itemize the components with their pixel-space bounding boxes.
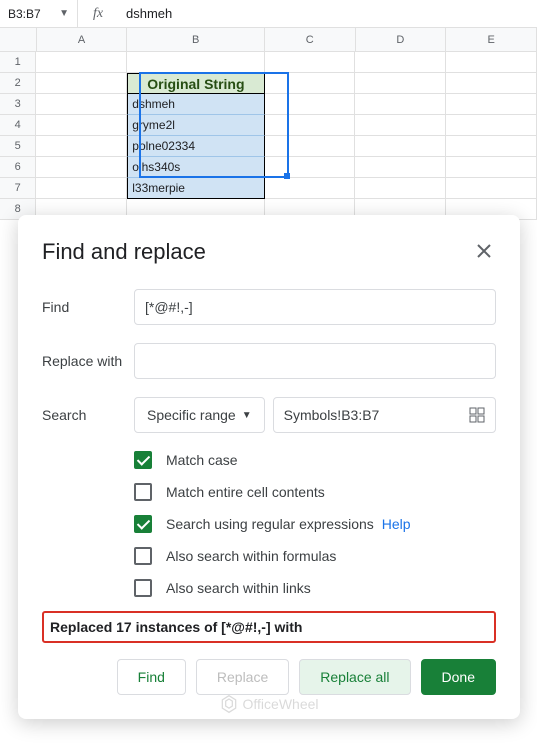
search-scope-value: Specific range [147,407,236,423]
match-case-checkbox[interactable] [134,451,152,469]
regex-checkbox[interactable] [134,515,152,533]
replace-label: Replace with [42,353,134,369]
search-label: Search [42,407,134,423]
cell[interactable] [446,136,537,157]
table-cell[interactable]: l33merpie [127,178,264,199]
cell[interactable] [355,73,446,94]
cell[interactable] [36,157,127,178]
cell[interactable] [355,136,446,157]
cell[interactable] [446,115,537,136]
cell[interactable] [355,178,446,199]
cell[interactable] [355,52,446,73]
find-replace-dialog: Find and replace Find Replace with Searc… [18,215,520,719]
done-button[interactable]: Done [421,659,496,695]
close-button[interactable] [472,239,496,263]
name-box[interactable]: B3:B7 ▼ [0,0,78,27]
cell[interactable] [127,52,264,73]
fx-label: fx [78,6,118,22]
row-header[interactable]: 5 [0,136,36,157]
name-box-value: B3:B7 [8,7,41,21]
cell[interactable] [446,94,537,115]
col-header[interactable]: A [37,28,128,52]
search-scope-dropdown[interactable]: Specific range ▼ [134,397,265,433]
find-button[interactable]: Find [117,659,186,695]
cell[interactable] [265,73,356,94]
chevron-down-icon: ▼ [242,410,252,421]
dropdown-arrow-icon: ▼ [59,8,69,19]
cell[interactable] [265,52,356,73]
formulas-label: Also search within formulas [166,548,336,564]
range-input[interactable]: Symbols!B3:B7 [273,397,496,433]
cell[interactable] [355,115,446,136]
row-header[interactable]: 6 [0,157,36,178]
replace-input[interactable] [134,343,496,379]
dialog-title: Find and replace [42,239,496,265]
match-case-label: Match case [166,452,238,468]
col-header[interactable]: E [446,28,537,52]
select-all-corner[interactable] [0,28,37,52]
table-cell[interactable]: oihs340s [127,157,264,178]
cell[interactable] [36,115,127,136]
row-header[interactable]: 4 [0,115,36,136]
col-header[interactable]: C [265,28,356,52]
links-checkbox[interactable] [134,579,152,597]
table-cell[interactable]: gryme2l [127,115,264,136]
cell[interactable] [265,157,356,178]
row-header[interactable]: 3 [0,94,36,115]
cell[interactable] [355,94,446,115]
status-message: Replaced 17 instances of [*@#!,-] with [42,611,496,643]
regex-label: Search using regular expressions [166,516,374,532]
formulas-checkbox[interactable] [134,547,152,565]
cell[interactable] [446,178,537,199]
cell[interactable] [265,136,356,157]
cell[interactable] [446,157,537,178]
cell[interactable] [446,73,537,94]
cell[interactable] [446,52,537,73]
row-header[interactable]: 2 [0,73,36,94]
find-input[interactable] [134,289,496,325]
match-entire-checkbox[interactable] [134,483,152,501]
cell[interactable] [355,157,446,178]
cell[interactable] [265,94,356,115]
help-link[interactable]: Help [382,516,411,532]
cell[interactable] [36,52,127,73]
cell[interactable] [36,73,127,94]
match-entire-label: Match entire cell contents [166,484,325,500]
replace-all-button[interactable]: Replace all [299,659,410,695]
table-header[interactable]: Original String [127,73,264,94]
close-icon [477,244,491,258]
cell[interactable] [36,136,127,157]
row-header[interactable]: 1 [0,52,36,73]
range-value: Symbols!B3:B7 [284,407,380,423]
row-header[interactable]: 7 [0,178,36,199]
cell[interactable] [265,115,356,136]
replace-button[interactable]: Replace [196,659,289,695]
links-label: Also search within links [166,580,311,596]
table-cell[interactable]: dshmeh [127,94,264,115]
col-header[interactable]: D [356,28,447,52]
cell[interactable] [36,94,127,115]
cell[interactable] [36,178,127,199]
formula-input[interactable] [118,0,537,27]
col-header[interactable]: B [127,28,264,52]
find-label: Find [42,299,134,315]
table-cell[interactable]: polne02334 [127,136,264,157]
cell[interactable] [265,178,356,199]
grid-icon [469,407,485,423]
